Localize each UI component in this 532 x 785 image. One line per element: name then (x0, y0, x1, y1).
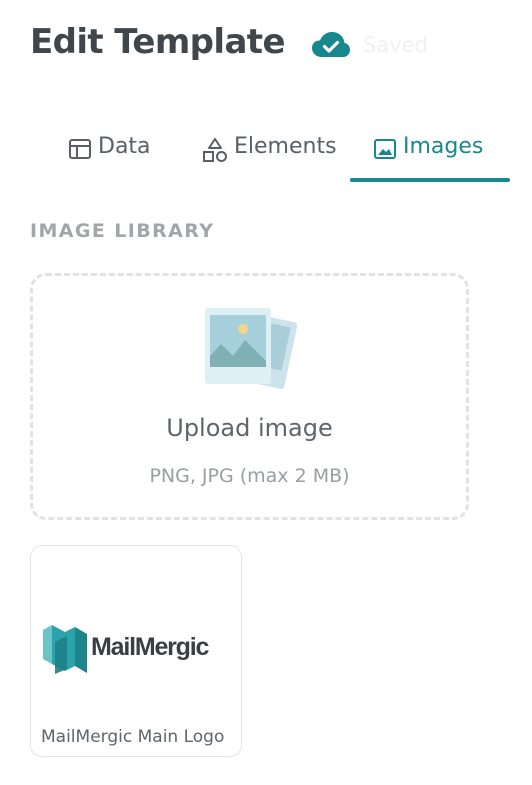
image-thumbnail: MailMergic (41, 622, 231, 678)
edit-template-panel: Edit Template Saved Data Elements Images… (0, 0, 532, 785)
tab-images-label: Images (403, 134, 484, 159)
tab-images[interactable]: Images (373, 134, 483, 180)
tab-elements-label: Elements (234, 134, 337, 159)
upload-title: Upload image (166, 414, 333, 442)
upload-hint: PNG, JPG (max 2 MB) (149, 465, 350, 487)
mailmergic-logo-icon (43, 625, 87, 674)
image-caption: MailMergic Main Logo (41, 727, 225, 747)
tab-data[interactable]: Data (68, 134, 151, 180)
save-status-label: Saved (363, 33, 428, 57)
page-title: Edit Template (30, 22, 286, 62)
tab-bar: Data Elements Images (0, 120, 532, 186)
shapes-icon (202, 137, 228, 169)
logo-wordmark: MailMergic (91, 633, 209, 661)
cloud-check-icon (312, 32, 350, 57)
upload-image-illustration (205, 308, 298, 389)
tab-elements[interactable]: Elements (202, 134, 337, 180)
active-tab-indicator (350, 178, 510, 182)
table-icon (68, 137, 92, 167)
upload-dropzone[interactable]: Upload image PNG, JPG (max 2 MB) (30, 273, 469, 520)
tab-data-label: Data (98, 134, 151, 159)
image-icon (373, 137, 397, 167)
library-image-card[interactable]: MailMergic MailMergic Main Logo (30, 545, 242, 757)
section-label: IMAGE LIBRARY (30, 220, 215, 242)
